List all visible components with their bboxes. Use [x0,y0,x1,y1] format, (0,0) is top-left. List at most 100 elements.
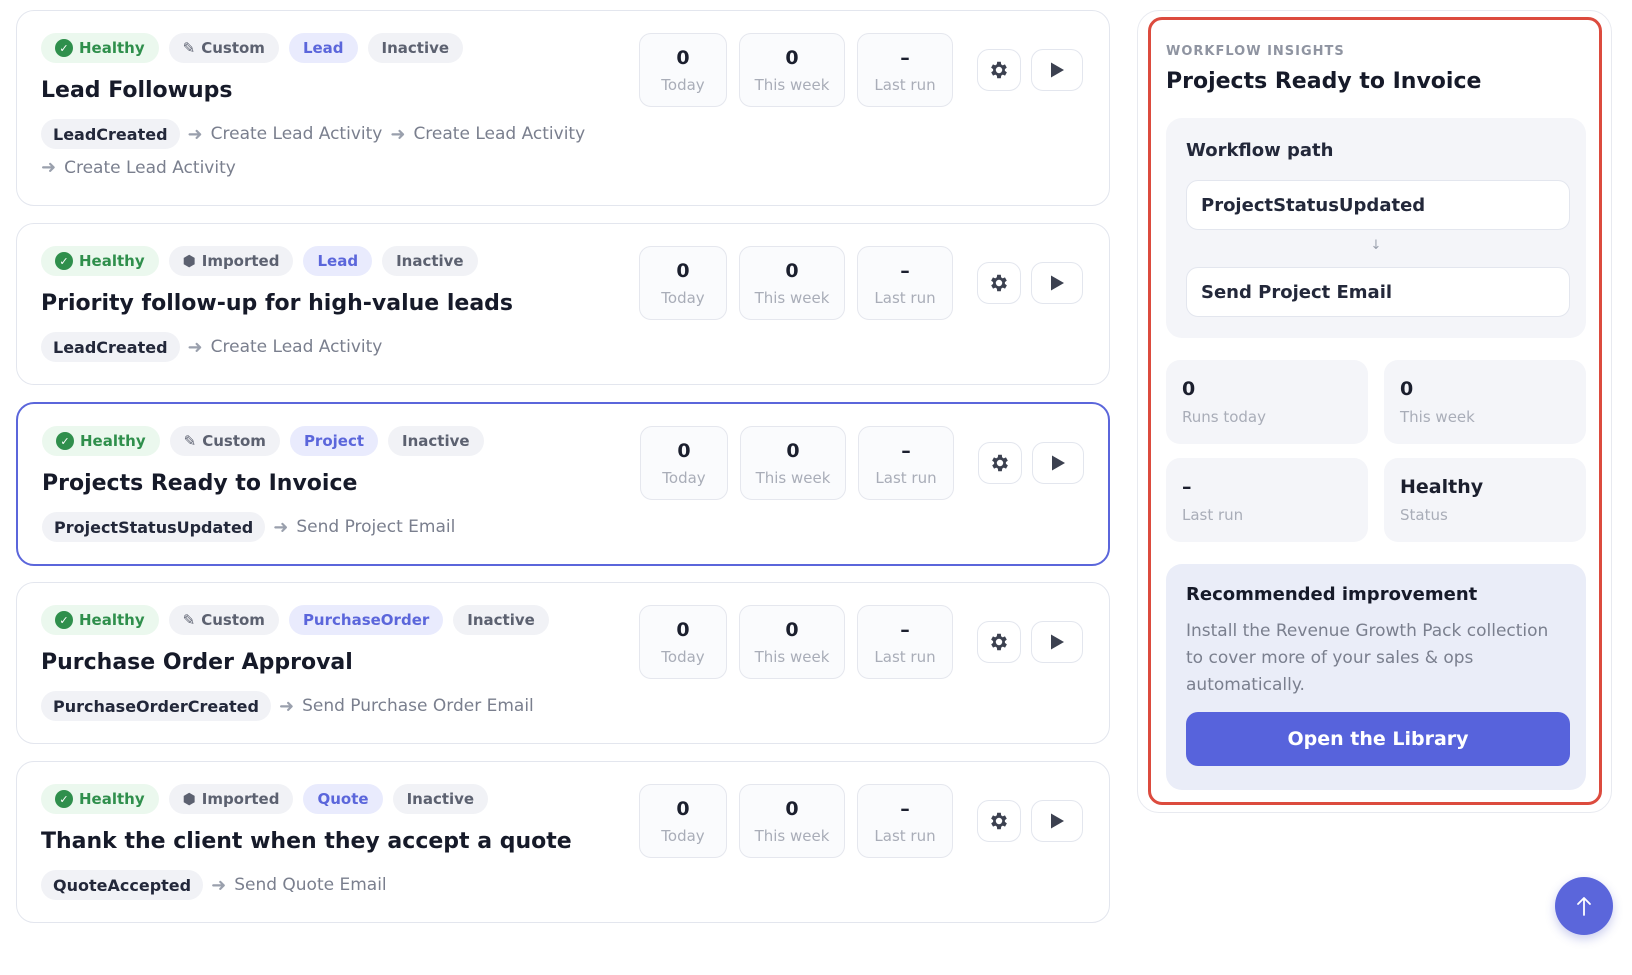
action-step: ➜ Create Lead Activity [390,124,585,145]
play-icon [1051,275,1064,291]
badge-row: ✓ Healthy ✎ Custom PurchaseOrder Inactiv… [41,605,631,635]
stat-week-label: This week [754,827,830,845]
card-actions [977,800,1083,842]
entity-badge: Project [289,426,379,456]
run-button[interactable] [1031,49,1083,91]
run-button[interactable] [1031,621,1083,663]
settings-button[interactable] [978,442,1022,484]
check-circle-icon: ✓ [55,790,73,808]
action-step-label: Create Lead Activity [210,124,383,144]
trigger-chip: LeadCreated [41,119,180,149]
stat-this-week: 0 This week [739,246,845,320]
stat-last-run: – Last run [857,605,953,679]
workflow-title: Purchase Order Approval [41,650,353,675]
settings-button[interactable] [977,621,1021,663]
status-badge-label: Healthy [79,611,145,629]
state-badge: Inactive [388,426,484,456]
run-button[interactable] [1031,800,1083,842]
trigger-chip: ProjectStatusUpdated [42,512,266,542]
stat-last-run: – Last run [857,784,953,858]
trigger-chip: LeadCreated [41,332,180,362]
this-week-value: 0 [1400,378,1414,400]
path-trigger-pill: ProjectStatusUpdated [1186,180,1570,230]
gear-icon [991,812,1007,830]
arrow-up-icon [1577,897,1591,916]
source-badge-label: Imported [201,790,280,808]
action-step-label: Send Project Email [296,517,456,537]
status-badge: ✓ Healthy [41,246,159,276]
insights-title: Projects Ready to Invoice [1166,69,1482,94]
stat-last-run: – Last run [857,246,953,320]
status-badge: ✓ Healthy [41,33,159,63]
workflow-card-body: ✓ Healthy ✎ Custom Project Inactive Proj… [42,426,632,542]
stat-last-run-label: Last run [874,827,936,845]
workflow-title: Projects Ready to Invoice [42,471,358,496]
badge-row: ✓ Healthy ✎ Custom Project Inactive [42,426,632,456]
action-step-label: Send Quote Email [234,875,387,895]
badge-row: ✓ Healthy ⬢ Imported Lead Inactive [41,246,631,276]
stat-week-value: 0 [785,260,799,282]
workflow-card[interactable]: ✓ Healthy ✎ Custom Lead Inactive Lead Fo… [16,10,1110,206]
recommendation-title: Recommended improvement [1186,584,1478,605]
play-icon [1051,62,1064,78]
play-icon [1052,455,1065,471]
settings-button[interactable] [977,49,1021,91]
stat-today-value: 0 [676,798,690,820]
stat-week-label: This week [754,76,830,94]
pencil-icon: ✎ [183,432,197,450]
run-button[interactable] [1031,262,1083,304]
status-tile: Healthy Status [1384,458,1586,542]
pencil-icon: ✎ [182,39,196,57]
last-run-label: Last run [1182,506,1244,524]
workflow-card[interactable]: ✓ Healthy ✎ Custom Project Inactive Proj… [16,402,1110,566]
run-button[interactable] [1032,442,1084,484]
gear-icon [991,274,1007,292]
status-label: Status [1400,506,1448,524]
stat-today: 0 Today [640,426,728,500]
recommendation-text: Install the Revenue Growth Pack collecti… [1186,621,1549,695]
status-badge-label: Healthy [79,252,145,270]
open-library-button[interactable]: Open the Library [1186,712,1570,766]
stat-today-label: Today [661,289,705,307]
workflow-insights-panel: WORKFLOW INSIGHTS Projects Ready to Invo… [1137,10,1612,813]
status-badge-label: Healthy [79,790,145,808]
source-badge-label: Custom [202,432,266,450]
card-actions [977,49,1083,91]
settings-button[interactable] [977,800,1021,842]
state-badge: Inactive [382,246,478,276]
stats-group: 0 Today 0 This week – Last run [640,426,954,500]
box-icon: ⬢ [182,790,196,808]
stat-week-value: 0 [785,619,799,641]
source-badge-label: Custom [201,39,265,57]
workflow-title: Lead Followups [41,78,233,103]
workflow-card-body: ✓ Healthy ⬢ Imported Quote Inactive Than… [41,784,631,900]
status-badge: ✓ Healthy [41,605,159,635]
entity-badge: Lead [303,246,373,276]
workflow-card[interactable]: ✓ Healthy ⬢ Imported Quote Inactive Than… [16,761,1110,923]
stat-this-week: 0 This week [739,605,845,679]
last-run-value: – [1182,476,1192,498]
entity-badge: Quote [303,784,383,814]
gear-icon [992,454,1008,472]
stat-this-week: 0 This week [740,426,846,500]
stat-last-run-value: – [901,440,911,462]
source-badge: ⬢ Imported [168,784,294,814]
stat-week-value: 0 [785,47,799,69]
scroll-to-top-button[interactable] [1555,877,1613,935]
stat-today-label: Today [661,827,705,845]
arrow-right-icon: ➜ [278,695,295,717]
runs-today-value: 0 [1182,378,1196,400]
play-icon [1051,813,1064,829]
workflow-title: Priority follow-up for high-value leads [41,291,514,316]
this-week-tile: 0 This week [1384,360,1586,444]
stat-today: 0 Today [639,605,727,679]
stat-last-run-value: – [900,798,910,820]
stat-week-label: This week [754,648,830,666]
settings-button[interactable] [977,262,1021,304]
arrow-right-icon: ➜ [211,874,227,896]
card-actions [977,621,1083,663]
workflow-card[interactable]: ✓ Healthy ⬢ Imported Lead Inactive Prior… [16,223,1110,385]
workflow-path: QuoteAccepted ➜ Send Quote Email [41,870,631,900]
workflow-card[interactable]: ✓ Healthy ✎ Custom PurchaseOrder Inactiv… [16,582,1110,744]
stat-today-label: Today [662,469,706,487]
